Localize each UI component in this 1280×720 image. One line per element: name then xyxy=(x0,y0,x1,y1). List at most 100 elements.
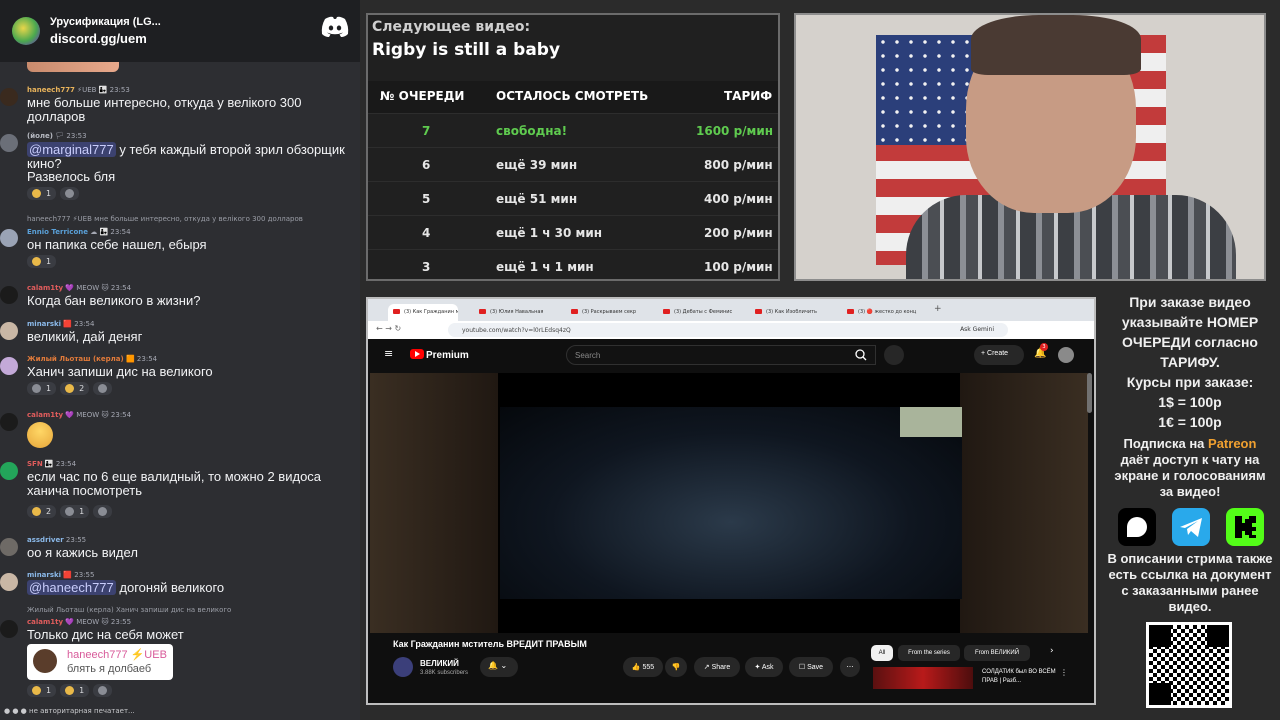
channel-name[interactable]: ВЕЛИКИЙ xyxy=(420,659,459,668)
message-author[interactable]: minarski xyxy=(27,320,61,328)
reaction-pill[interactable]: 2 xyxy=(27,505,57,518)
bell-icon: 🔔 ⌄ xyxy=(488,661,508,670)
share-label: Share xyxy=(711,664,731,671)
smile-icon xyxy=(98,507,108,516)
message-text: @haneech777 догоняй великого xyxy=(27,580,359,595)
ask-label: Ask xyxy=(761,664,774,671)
like-button[interactable]: 👍 555 xyxy=(623,657,663,677)
embed-text: блять я долбаеб xyxy=(67,663,152,675)
add-reaction-button[interactable] xyxy=(60,187,80,200)
message-text-line: Развелось бля xyxy=(27,169,116,184)
reaction-count: 1 xyxy=(46,189,52,198)
message-text: оо я кажись видел xyxy=(27,545,138,560)
message-author[interactable]: calam1ty xyxy=(27,411,63,419)
ask-gemini-button[interactable]: Ask Gemini xyxy=(960,326,994,333)
search-input[interactable]: Search xyxy=(566,345,876,365)
reaction-pill[interactable]: 1 xyxy=(27,382,57,395)
reaction-pill[interactable]: 1 xyxy=(60,684,90,697)
order-line: При заказе видео xyxy=(1129,294,1251,310)
message-author[interactable]: Жилый Льоташ (керла) xyxy=(27,355,124,363)
reaction-pill[interactable]: 1 xyxy=(27,684,57,697)
subscription-bell-button[interactable]: 🔔 ⌄ xyxy=(480,657,518,677)
chip-all[interactable]: All xyxy=(871,645,893,661)
share-button[interactable]: ↗ Share xyxy=(694,657,740,677)
reaction-pill[interactable]: 1 xyxy=(60,505,90,518)
subscription-prefix: Подписка на xyxy=(1123,436,1209,451)
user-badges: 🟧 xyxy=(125,355,135,363)
message-author[interactable]: minarski xyxy=(27,571,61,579)
browser-tab[interactable]: (3) Юлия Навальная xyxy=(474,304,550,321)
related-video-title[interactable]: СОЛДАТИК был ВО ВСЁМ ПРАВ | Разб... xyxy=(982,668,1057,686)
message-list[interactable]: haneech777 ⚡UEB 👨‍👧 23:53 мне больше инт… xyxy=(0,62,360,702)
search-icon[interactable] xyxy=(846,345,876,365)
message-author[interactable]: assdriver xyxy=(27,536,64,544)
nav-arrows-icon[interactable]: ← → ↻ xyxy=(376,324,401,333)
reply-preview[interactable]: haneech777 ⚡UEB мне больше интересно, от… xyxy=(27,215,303,223)
reaction-pill[interactable]: 2 xyxy=(60,382,90,395)
browser-tab[interactable]: (3) Раскрываем секр xyxy=(566,304,642,321)
queue-number: 3 xyxy=(422,260,431,274)
youtube-brand: Premium xyxy=(426,350,469,361)
chip-from-series[interactable]: From the series xyxy=(898,645,960,661)
browser-tab[interactable]: (3) Дебаты с Феминис xyxy=(658,304,734,321)
chip-from-channel[interactable]: From ВЕЛИКИЙ xyxy=(964,645,1030,661)
emoji-icon xyxy=(32,507,41,516)
queue-number: 7 xyxy=(422,124,431,138)
kebab-menu-icon[interactable]: ⋮ xyxy=(1060,668,1068,677)
subscription-line: за видео! xyxy=(1159,484,1221,499)
smile-icon xyxy=(98,686,108,695)
video-player[interactable] xyxy=(370,373,1088,633)
message-author[interactable]: calam1ty xyxy=(27,284,63,292)
browser-tab[interactable]: (3) Как Изобличить xyxy=(750,304,826,321)
server-header[interactable]: Урусификация (LG... discord.gg/uem xyxy=(0,0,360,62)
user-badges: 🟥 xyxy=(63,320,73,328)
queue-rate: 100 р/мин xyxy=(704,260,773,274)
message-author[interactable]: haneech777 xyxy=(27,86,75,94)
message-author[interactable]: SFN xyxy=(27,460,43,468)
new-tab-icon[interactable]: + xyxy=(934,304,942,314)
message-text: он папика себе нашел, ебыря xyxy=(27,237,207,252)
reaction-pill[interactable]: 1 xyxy=(27,187,57,200)
related-video-thumbnail[interactable] xyxy=(873,667,973,689)
tab-bar: (3) Как Гражданин мст (3) Юлия Навальная… xyxy=(368,299,1094,321)
chevron-right-icon[interactable]: › xyxy=(1050,646,1054,656)
queue-rate: 1600 р/мин xyxy=(696,124,774,138)
url-input[interactable]: youtube.com/watch?v=l0rLEdsq4zQ xyxy=(448,323,1008,337)
player-side-blur xyxy=(370,373,498,633)
reply-preview[interactable]: Жилый Льоташ (керла) Ханич запиши дис на… xyxy=(27,606,231,614)
create-label: Create xyxy=(987,350,1009,357)
reaction-pill[interactable]: 1 xyxy=(27,255,57,268)
browser-tab[interactable]: (3) Как Гражданин мст xyxy=(388,304,458,321)
add-reaction-button[interactable] xyxy=(93,684,113,697)
menu-icon[interactable]: ≡ xyxy=(384,347,393,360)
embed-author: haneech777 ⚡UEB xyxy=(67,649,167,661)
sticker-embed[interactable]: haneech777 ⚡UEB блять я долбаеб xyxy=(27,644,173,680)
message-author[interactable]: calam1ty xyxy=(27,618,63,626)
queue-number: 6 xyxy=(422,158,431,172)
dislike-icon: 👎 xyxy=(671,664,681,671)
add-reaction-button[interactable] xyxy=(93,505,113,518)
more-actions-button[interactable]: ⋯ xyxy=(840,657,860,677)
youtube-header: ≡ Premium Search + Create 🔔 3 xyxy=(368,339,1094,371)
reactions: 1 xyxy=(27,255,57,268)
user-mention[interactable]: @haneech777 xyxy=(27,580,116,595)
create-button[interactable]: + Create xyxy=(974,345,1024,365)
server-name: Урусификация (LG... xyxy=(50,16,161,28)
browser-tab[interactable]: (3) 🔴 жестко до конц xyxy=(842,304,918,321)
microphone-icon[interactable] xyxy=(884,345,904,365)
page-scrollbar[interactable] xyxy=(1087,373,1092,413)
youtube-logo-icon[interactable] xyxy=(410,349,424,359)
account-avatar[interactable] xyxy=(1058,347,1074,363)
image-attachment[interactable] xyxy=(27,62,119,72)
description-line: видео. xyxy=(1168,599,1212,614)
server-invite-link[interactable]: discord.gg/uem xyxy=(50,31,161,46)
channel-avatar[interactable] xyxy=(393,657,413,677)
dislike-button[interactable]: 👎 xyxy=(665,657,687,677)
add-reaction-button[interactable] xyxy=(93,382,113,395)
queue-time-left: свободна! xyxy=(496,124,568,138)
message-author[interactable]: Ennio Terricone xyxy=(27,228,88,236)
user-mention[interactable]: @marginal777 xyxy=(27,142,116,157)
ask-button[interactable]: ✦ Ask xyxy=(745,657,783,677)
message-author[interactable]: (йоле) xyxy=(27,132,53,140)
save-button[interactable]: ☐ Save xyxy=(789,657,833,677)
